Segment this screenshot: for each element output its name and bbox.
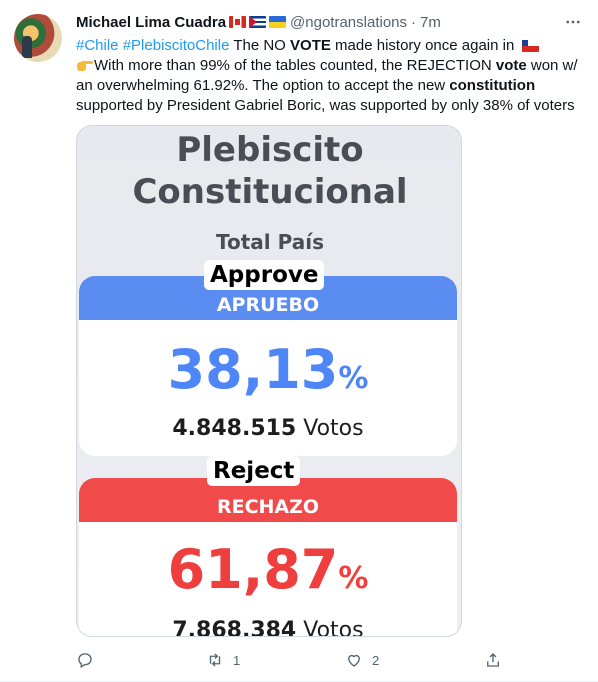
- image-title-line2: Constitucional: [132, 172, 408, 212]
- separator-dot: ·: [411, 13, 417, 31]
- tweet[interactable]: Michael Lima Cuadra @ngotranslations · 7…: [0, 0, 598, 682]
- retweet-button[interactable]: 1: [206, 650, 240, 670]
- share-button[interactable]: [484, 650, 502, 670]
- like-icon: [348, 654, 360, 667]
- approve-percentage: 38,13%: [79, 338, 457, 401]
- chile-flag-icon: [521, 40, 539, 53]
- reply-icon: [78, 653, 92, 668]
- text-part: made history once again in: [330, 37, 519, 54]
- retweet-count: 1: [233, 652, 241, 668]
- approve-overlay-label: Approve: [204, 260, 325, 290]
- text-bold: VOTE: [290, 37, 331, 54]
- approve-pct-value: 38,13: [167, 338, 339, 401]
- text-part: With more than 99% of the tables counted…: [94, 57, 496, 74]
- more-icon[interactable]: [563, 12, 583, 32]
- text-bold: vote: [495, 57, 527, 74]
- reject-votes-value: 7.868.384: [172, 618, 297, 637]
- text-bold: constitution: [449, 77, 536, 94]
- tweet-image[interactable]: Plebiscito Constitucional Total País APR…: [76, 125, 462, 637]
- text-part: supported by President Gabriel Boric, wa…: [76, 97, 575, 114]
- image-title-line1: Plebiscito: [176, 130, 364, 170]
- cuba-flag-icon: [249, 16, 267, 28]
- tweet-text: #Chile #PlebiscitoChile The NO VOTE made…: [76, 36, 588, 116]
- tweet-time[interactable]: 7m: [420, 14, 441, 31]
- image-subtitle: Total País: [216, 230, 324, 254]
- share-icon: [487, 653, 499, 667]
- like-button[interactable]: 2: [345, 650, 379, 670]
- canada-flag-icon: [229, 16, 247, 28]
- pct-symbol: %: [338, 561, 369, 596]
- pointing-hand-icon: [76, 58, 94, 72]
- author-handle[interactable]: @ngotranslations: [290, 14, 407, 31]
- text-part: The NO: [229, 37, 291, 54]
- tweet-header: Michael Lima Cuadra @ngotranslations · 7…: [76, 11, 441, 33]
- votes-word: Votos: [303, 618, 364, 637]
- like-count: 2: [372, 652, 380, 668]
- approve-votes-value: 4.848.515: [172, 416, 297, 441]
- avatar[interactable]: [14, 14, 62, 62]
- reject-overlay-label: Reject: [207, 456, 301, 486]
- author-name[interactable]: Michael Lima Cuadra: [76, 14, 226, 31]
- pct-symbol: %: [338, 361, 369, 396]
- reply-button[interactable]: [76, 650, 103, 670]
- reject-percentage: 61,87%: [79, 538, 457, 601]
- reject-pct-value: 61,87: [167, 538, 339, 601]
- reject-votes: 7.868.384 Votos: [79, 618, 457, 637]
- ukraine-flag-icon: [269, 16, 287, 28]
- hashtag-chile[interactable]: #Chile: [76, 37, 119, 54]
- tweet-actions: 1 2: [76, 650, 516, 672]
- votes-word: Votos: [303, 416, 364, 441]
- approve-result-box: APRUEBO 38,13% 4.848.515 Votos: [79, 276, 457, 456]
- retweet-icon: [209, 653, 221, 667]
- approve-votes: 4.848.515 Votos: [79, 416, 457, 441]
- reject-result-box: RECHAZO 61,87% 7.868.384 Votos: [79, 478, 457, 637]
- hashtag-plebiscito[interactable]: #PlebiscitoChile: [123, 37, 230, 54]
